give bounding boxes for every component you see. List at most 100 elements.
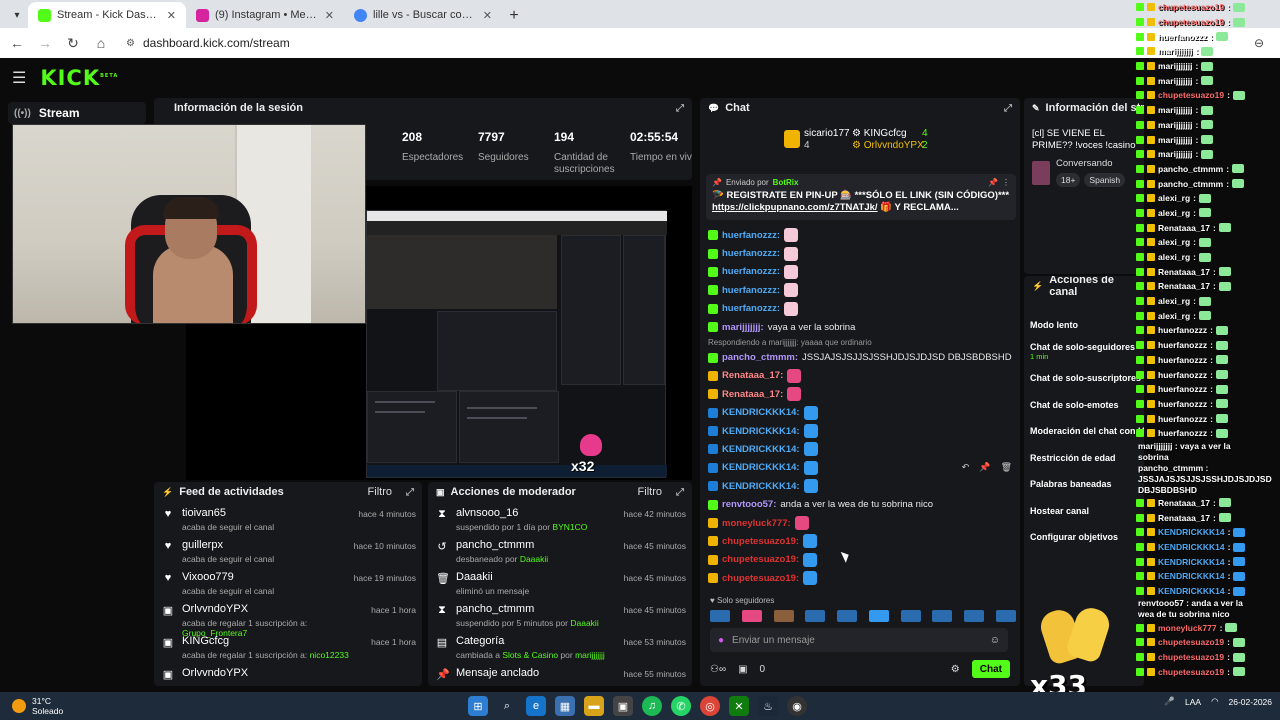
tab-instagram[interactable]: (9) Instagram • Mensajes ✕: [186, 2, 344, 28]
mod-item-name[interactable]: Categoría: [456, 635, 616, 647]
reload-icon[interactable]: ↻: [64, 35, 82, 52]
chat-message[interactable]: marijjjjjjj: vaya a ver la sobrina: [708, 318, 1018, 336]
mod-item-name[interactable]: pancho_ctmmm: [456, 539, 616, 551]
users-icon[interactable]: ⚇∞: [710, 664, 726, 675]
channel-action[interactable]: Configurar objetivos: [1024, 524, 1144, 551]
mod-item[interactable]: ↺ pancho_ctmmm desbaneado por Daaakii hace …: [436, 534, 686, 566]
close-tab-icon[interactable]: ✕: [167, 9, 176, 22]
home-icon[interactable]: ⌂: [92, 35, 110, 51]
leader-2[interactable]: ⚙ KINGcfcg: [852, 128, 907, 139]
whatsapp-icon[interactable]: ✆: [671, 696, 691, 716]
chat-username[interactable]: huerfanozzz:: [722, 230, 780, 241]
settings-gear-icon[interactable]: ⚙: [951, 664, 960, 675]
points-icon[interactable]: ▣: [738, 664, 747, 675]
chat-username[interactable]: KENDRICKKK14:: [722, 407, 800, 418]
emote-button[interactable]: [932, 610, 953, 622]
expand-icon[interactable]: ⤢: [676, 487, 684, 498]
feed-item[interactable]: ♥ tioivan65 acaba de seguir el canal hace 4…: [162, 502, 416, 534]
emote-button[interactable]: [964, 610, 985, 622]
store-icon[interactable]: ▦: [555, 696, 575, 716]
filter-button[interactable]: Filtro: [638, 486, 662, 498]
emote-button[interactable]: [868, 610, 889, 622]
chat-message[interactable]: Renataaa_17:: [708, 367, 1018, 385]
channel-action[interactable]: Chat de solo-emotes: [1024, 392, 1144, 419]
kick-logo[interactable]: KICKBETA: [40, 66, 118, 90]
app-icon[interactable]: ▣: [613, 696, 633, 716]
unpin-icon[interactable]: 📌: [988, 178, 998, 187]
mod-item[interactable]: ⧗ alvnsooo_16 suspendido por 1 día por BYN…: [436, 502, 686, 534]
chat-message[interactable]: pancho_ctmmm: JSSJAJSJSJJSJSSHJDJSJDJSD D…: [708, 348, 1018, 366]
leader-1[interactable]: sicario177: [804, 128, 850, 139]
emote-button[interactable]: [741, 610, 762, 622]
filter-button[interactable]: Filtro: [368, 486, 392, 498]
feed-item[interactable]: ♥ Vixooo779 acaba de seguir el canal hace 1…: [162, 566, 416, 598]
expand-icon[interactable]: ⤢: [1004, 103, 1012, 114]
chat-message[interactable]: huerfanozzz:: [708, 244, 1018, 262]
send-chat-button[interactable]: Chat: [971, 660, 1010, 678]
mod-item[interactable]: 🗑 Daaakii eliminó un mensaje hace 45 minuto…: [436, 566, 686, 598]
chat-message[interactable]: KENDRICKKK14:: [708, 404, 1018, 422]
chat-username[interactable]: KENDRICKKK14:: [722, 462, 800, 473]
channel-action[interactable]: Hostear canal: [1024, 498, 1144, 525]
mod-item[interactable]: 📌 Mensaje anclado hace 55 minutos: [436, 662, 686, 686]
stream-category[interactable]: Conversando 18+ Spanish: [1024, 156, 1144, 189]
close-tab-icon[interactable]: ✕: [483, 9, 492, 22]
mod-item-name[interactable]: Mensaje anclado: [456, 667, 616, 679]
edge-icon[interactable]: e: [526, 696, 546, 716]
clock[interactable]: 26-02-2026: [1229, 697, 1272, 707]
chat-message[interactable]: KENDRICKKK14:: [708, 422, 1018, 440]
chat-message[interactable]: huerfanozzz:: [708, 226, 1018, 244]
chat-message[interactable]: renvtooo57: anda a ver la wea de tu sobri…: [708, 495, 1018, 513]
url-field[interactable]: ⚙ dashboard.kick.com/stream: [120, 31, 1244, 55]
mod-item-link[interactable]: Daaakii: [570, 618, 598, 628]
feed-item-name[interactable]: OrlvvndoYPX: [182, 603, 363, 615]
chat-username[interactable]: marijjjjjjj:: [722, 322, 764, 333]
chrome-icon[interactable]: ◎: [700, 696, 720, 716]
steam-icon[interactable]: ♨: [758, 696, 778, 716]
site-info-icon[interactable]: ⚙: [126, 38, 135, 49]
channel-action[interactable]: Modo lento: [1024, 312, 1144, 339]
feed-item-name[interactable]: tioivan65: [182, 507, 350, 519]
chat-username[interactable]: chupetesuazo19:: [722, 573, 799, 584]
mic-icon[interactable]: ●: [718, 635, 724, 646]
chat-username[interactable]: huerfanozzz:: [722, 303, 780, 314]
emote-button[interactable]: [805, 610, 826, 622]
spotify-icon[interactable]: ♫: [642, 696, 662, 716]
forward-icon[interactable]: →: [36, 35, 54, 51]
emote-button[interactable]: [837, 610, 858, 622]
chat-message[interactable]: chupetesuazo19:: [708, 551, 1018, 569]
chat-message[interactable]: Renataaa_17:: [708, 385, 1018, 403]
chat-username[interactable]: chupetesuazo19:: [722, 554, 799, 565]
chat-message[interactable]: huerfanozzz:: [708, 281, 1018, 299]
chat-message[interactable]: KENDRICKKK14:: [708, 477, 1018, 495]
nav-stream[interactable]: ((•)) Stream: [8, 102, 146, 124]
chat-username[interactable]: huerfanozzz:: [722, 248, 780, 259]
mod-item-name[interactable]: Daaakii: [456, 571, 616, 583]
pinned-link[interactable]: https://clickpupnano.com/z7TNATJk/: [712, 202, 878, 213]
channel-action[interactable]: Palabras baneadas: [1024, 471, 1144, 498]
tab-kick-dashboard[interactable]: Stream - Kick Dashboard ✕: [28, 2, 186, 28]
chat-message[interactable]: KENDRICKKK14:: [708, 440, 1018, 458]
chat-message[interactable]: huerfanozzz:: [708, 300, 1018, 318]
feed-item[interactable]: ▣ OrlvvndoYPX acaba de regalar 1 suscripci…: [162, 598, 416, 638]
chat-username[interactable]: moneyluck777:: [722, 518, 791, 529]
mod-item-link[interactable]: Slots & Casino: [502, 650, 558, 660]
tab-search-button[interactable]: ▾: [6, 4, 28, 26]
delete-icon[interactable]: 🗑: [1001, 462, 1012, 473]
feed-item-name[interactable]: KINGcfcg: [182, 635, 363, 647]
chat-username[interactable]: renvtooo57:: [722, 499, 776, 510]
chat-message[interactable]: moneyluck777:: [708, 514, 1018, 532]
feed-item-name[interactable]: OrlvvndoYPX: [182, 667, 408, 679]
folder-icon[interactable]: ▬: [584, 696, 604, 716]
channel-action[interactable]: Chat de solo-suscriptores: [1024, 365, 1144, 392]
obs-icon[interactable]: ◉: [787, 696, 807, 716]
chat-username[interactable]: KENDRICKKK14:: [722, 444, 800, 455]
feed-item[interactable]: ▣ OrlvvndoYPX: [162, 662, 416, 686]
channel-action[interactable]: Chat de solo-seguidores 1 min: [1024, 339, 1144, 366]
mod-item-name[interactable]: alvnsooo_16: [456, 507, 616, 519]
pinned-by-user[interactable]: BotRix: [773, 178, 799, 187]
reply-icon[interactable]: ↶: [962, 462, 970, 473]
feed-item-name[interactable]: guillerpx: [182, 539, 346, 551]
chat-message[interactable]: chupetesuazo19:: [708, 532, 1018, 550]
wifi-icon[interactable]: ◠: [1211, 696, 1218, 707]
